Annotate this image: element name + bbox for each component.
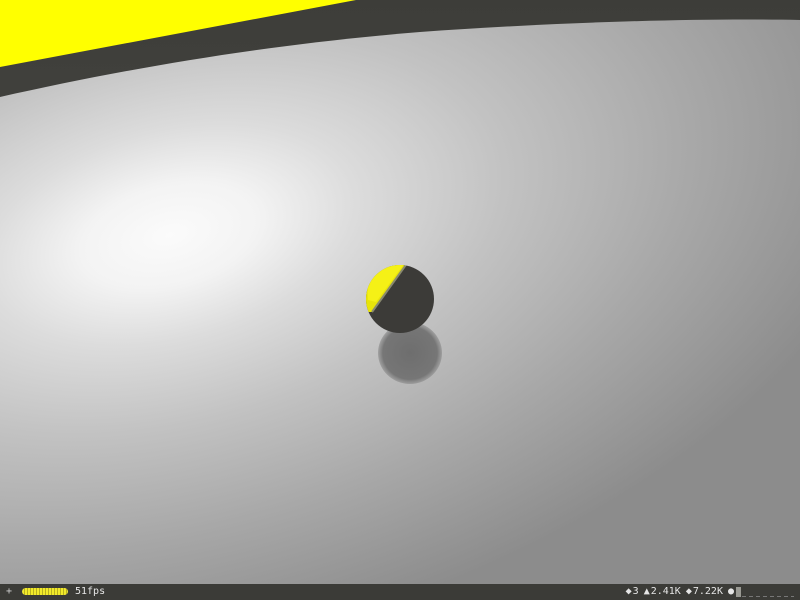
stat-extra: ● [728,584,794,600]
fps-counter: 51fps [75,586,106,597]
load-progress-bar [22,588,68,595]
stat-draw-calls: ◆ 3 [626,584,639,600]
load-progress-fill [22,588,68,595]
vertex-icon: ◆ [685,586,692,597]
game-viewport[interactable] [0,0,800,584]
plus-icon[interactable]: + [4,584,14,600]
stat-triangles: ▲ 2.41K [644,584,681,600]
dashes-divider [742,596,794,597]
dot-icon: ● [727,586,734,597]
scene-canvas[interactable] [0,0,800,584]
stat-vertices-value: 7.22K [692,586,723,597]
stat-vertices: ◆ 7.22K [686,584,723,600]
cursor-block [736,587,741,597]
stat-draw-calls-value: 3 [632,586,639,597]
diamond-icon: ◆ [625,586,632,597]
status-bar: + 51fps ◆ 3 ▲ 2.41K ◆ 7.22K ● [0,584,800,600]
triangle-icon: ▲ [643,586,650,597]
stat-triangles-value: 2.41K [650,586,681,597]
render-stats: ◆ 3 ▲ 2.41K ◆ 7.22K ● [626,584,794,600]
